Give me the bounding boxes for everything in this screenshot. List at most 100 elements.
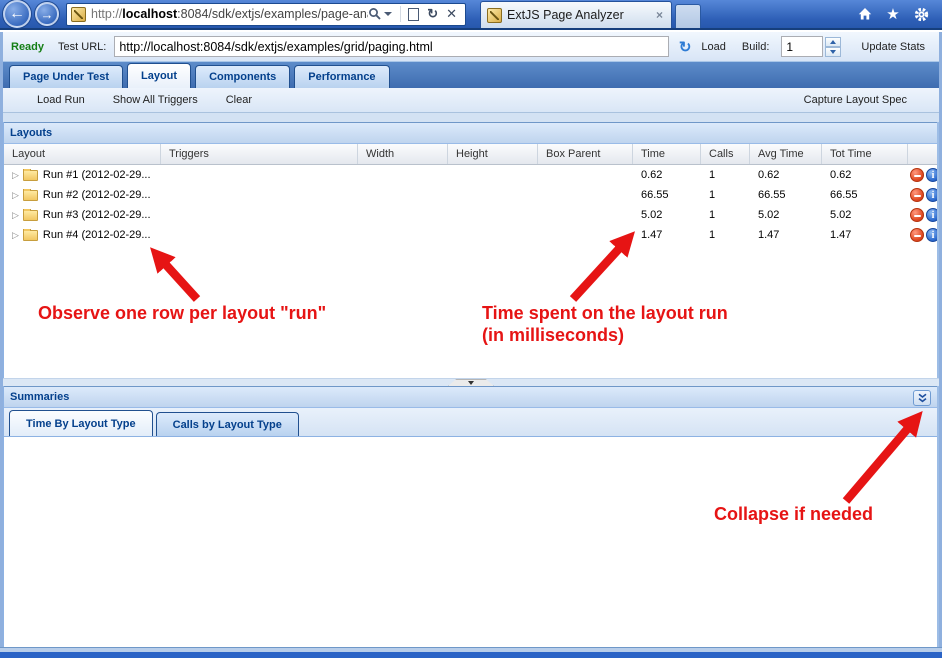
- tot-time-value: 0.62: [822, 169, 908, 181]
- favorites-star-icon[interactable]: [884, 5, 902, 23]
- info-icon[interactable]: [926, 188, 937, 202]
- table-row-run2[interactable]: Run #2 (2012-02-29... 66.55 1 66.55 66.5…: [4, 185, 937, 205]
- browser-tab[interactable]: ExtJS Page Analyzer: [480, 1, 672, 28]
- layouts-panel-header: Layouts: [4, 122, 937, 144]
- column-header-actions: [908, 144, 937, 164]
- refresh-icon[interactable]: [427, 6, 438, 22]
- time-value: 5.02: [633, 209, 701, 221]
- info-icon[interactable]: [926, 168, 937, 182]
- build-spin-down-button[interactable]: [825, 47, 841, 57]
- grid-body: Run #1 (2012-02-29... 0.62 1 0.62 0.62 R…: [4, 165, 937, 377]
- tab-page-under-test[interactable]: Page Under Test: [9, 65, 123, 88]
- test-url-toolbar: Ready Test URL: Load Build: Update Stats: [3, 32, 939, 62]
- load-button[interactable]: Load: [695, 39, 731, 55]
- extjs-favicon: [71, 7, 86, 22]
- column-header-triggers[interactable]: Triggers: [161, 144, 358, 164]
- row-expander-icon[interactable]: [12, 170, 19, 181]
- column-header-avg-time[interactable]: Avg Time: [750, 144, 822, 164]
- url-rest: :8084/sdk/extjs/examples/page-analyz: [177, 7, 368, 21]
- table-row-run4[interactable]: Run #4 (2012-02-29... 1.47 1 1.47 1.47: [4, 225, 937, 245]
- table-row-run3[interactable]: Run #3 (2012-02-29... 5.02 1 5.02 5.02: [4, 205, 937, 225]
- separator: [400, 6, 401, 22]
- column-header-width[interactable]: Width: [358, 144, 448, 164]
- browser-tab-title: ExtJS Page Analyzer: [507, 8, 654, 22]
- tab-layout[interactable]: Layout: [127, 63, 191, 88]
- build-label: Build:: [742, 41, 770, 53]
- folder-icon: [23, 230, 38, 241]
- panel-splitter[interactable]: [3, 378, 939, 386]
- column-header-layout[interactable]: Layout: [4, 144, 161, 164]
- panel-gap: [3, 113, 939, 122]
- forward-arrow-icon: [41, 7, 54, 22]
- time-value: 66.55: [633, 189, 701, 201]
- delete-run-icon[interactable]: [910, 228, 924, 242]
- search-icon[interactable]: [368, 7, 382, 21]
- summaries-panel: Summaries Time By Layout Type Calls by L…: [3, 386, 939, 647]
- address-bar[interactable]: http://localhost:8084/sdk/extjs/examples…: [66, 3, 466, 26]
- window-edge-bottom: [0, 652, 942, 658]
- stop-icon[interactable]: [446, 6, 457, 22]
- delete-run-icon[interactable]: [910, 168, 924, 182]
- tools-gear-icon[interactable]: [912, 5, 930, 23]
- down-triangle-icon: [468, 381, 474, 385]
- forward-button[interactable]: [35, 2, 59, 26]
- back-button[interactable]: [3, 0, 31, 28]
- browser-titlebar: http://localhost:8084/sdk/extjs/examples…: [0, 0, 942, 30]
- calls-value: 1: [701, 169, 750, 181]
- column-header-box-parent[interactable]: Box Parent: [538, 144, 633, 164]
- load-run-button[interactable]: Load Run: [31, 92, 91, 108]
- clear-button[interactable]: Clear: [220, 92, 258, 108]
- main-tabstrip: Page Under Test Layout Components Perfor…: [3, 62, 939, 88]
- back-arrow-icon: [9, 5, 25, 23]
- compatibility-view-icon[interactable]: [408, 8, 419, 21]
- calls-value: 1: [701, 209, 750, 221]
- delete-run-icon[interactable]: [910, 188, 924, 202]
- tab-calls-by-layout-type[interactable]: Calls by Layout Type: [156, 412, 299, 436]
- grid-header: Layout Triggers Width Height Box Parent …: [4, 144, 937, 165]
- splitter-collapse-handle[interactable]: [448, 379, 494, 386]
- run-label: Run #3 (2012-02-29...: [43, 209, 151, 221]
- layout-toolbar: Load Run Show All Triggers Clear Capture…: [3, 88, 939, 113]
- collapse-panel-button[interactable]: [913, 390, 931, 406]
- avg-time-value: 5.02: [750, 209, 822, 221]
- summaries-panel-header: Summaries: [4, 386, 937, 408]
- tot-time-value: 5.02: [822, 209, 908, 221]
- column-header-height[interactable]: Height: [448, 144, 538, 164]
- tot-time-value: 1.47: [822, 229, 908, 241]
- run-label: Run #4 (2012-02-29...: [43, 229, 151, 241]
- column-header-calls[interactable]: Calls: [701, 144, 750, 164]
- test-url-input[interactable]: [114, 36, 668, 57]
- column-header-time[interactable]: Time: [633, 144, 701, 164]
- tot-time-value: 66.55: [822, 189, 908, 201]
- build-spin-up-button[interactable]: [825, 37, 841, 47]
- show-all-triggers-button[interactable]: Show All Triggers: [107, 92, 204, 108]
- info-icon[interactable]: [926, 228, 937, 242]
- new-tab-button[interactable]: [675, 4, 701, 28]
- table-row-run1[interactable]: Run #1 (2012-02-29... 0.62 1 0.62 0.62: [4, 165, 937, 185]
- avg-time-value: 66.55: [750, 189, 822, 201]
- update-stats-button[interactable]: Update Stats: [855, 39, 931, 55]
- row-expander-icon[interactable]: [12, 210, 19, 221]
- row-expander-icon[interactable]: [12, 230, 19, 241]
- folder-icon: [23, 170, 38, 181]
- summary-tabstrip: Time By Layout Type Calls by Layout Type: [4, 408, 937, 437]
- home-icon[interactable]: [856, 5, 874, 23]
- close-tab-icon[interactable]: [654, 8, 665, 22]
- load-refresh-icon[interactable]: [679, 38, 692, 56]
- column-header-tot-time[interactable]: Tot Time: [822, 144, 908, 164]
- tab-components[interactable]: Components: [195, 65, 290, 88]
- summaries-panel-title: Summaries: [10, 391, 69, 403]
- up-triangle-icon: [830, 40, 836, 44]
- capture-layout-spec-button[interactable]: Capture Layout Spec: [798, 92, 913, 108]
- delete-run-icon[interactable]: [910, 208, 924, 222]
- build-spinner-input[interactable]: [781, 36, 823, 57]
- layouts-panel-title: Layouts: [10, 127, 52, 139]
- tab-performance[interactable]: Performance: [294, 65, 389, 88]
- summaries-body: [4, 437, 937, 646]
- tab-time-by-layout-type[interactable]: Time By Layout Type: [9, 410, 153, 436]
- search-dropdown-caret-icon[interactable]: [384, 12, 392, 16]
- info-icon[interactable]: [926, 208, 937, 222]
- row-expander-icon[interactable]: [12, 190, 19, 201]
- address-url[interactable]: http://localhost:8084/sdk/extjs/examples…: [91, 7, 368, 21]
- avg-time-value: 1.47: [750, 229, 822, 241]
